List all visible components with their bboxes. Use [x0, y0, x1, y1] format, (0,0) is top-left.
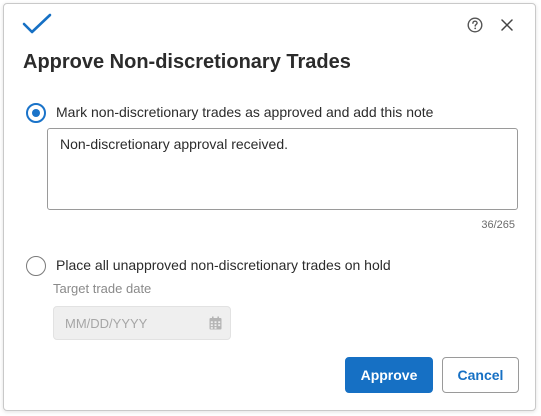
dialog-title: Approve Non-discretionary Trades	[23, 51, 351, 73]
approve-trades-dialog: Approve Non-discretionary Trades Mark no…	[3, 3, 536, 411]
calendar-icon[interactable]	[209, 316, 222, 330]
help-icon[interactable]	[467, 17, 483, 33]
place-on-hold-label[interactable]: Place all unapproved non-discretionary t…	[56, 257, 391, 273]
cancel-button[interactable]: Cancel	[442, 357, 519, 393]
approve-button[interactable]: Approve	[345, 357, 433, 393]
approve-with-note-radio[interactable]	[26, 103, 46, 123]
character-count: 36/265	[481, 219, 515, 231]
approval-note-input[interactable]: Non-discretionary approval received.	[47, 128, 518, 210]
target-trade-date-label: Target trade date	[53, 281, 152, 296]
checkmark-icon	[22, 13, 52, 34]
close-icon[interactable]	[500, 18, 514, 32]
target-trade-date-field	[53, 306, 231, 340]
target-trade-date-input[interactable]	[54, 307, 204, 339]
place-on-hold-radio[interactable]	[26, 256, 46, 276]
approve-with-note-label[interactable]: Mark non-discretionary trades as approve…	[56, 104, 433, 120]
